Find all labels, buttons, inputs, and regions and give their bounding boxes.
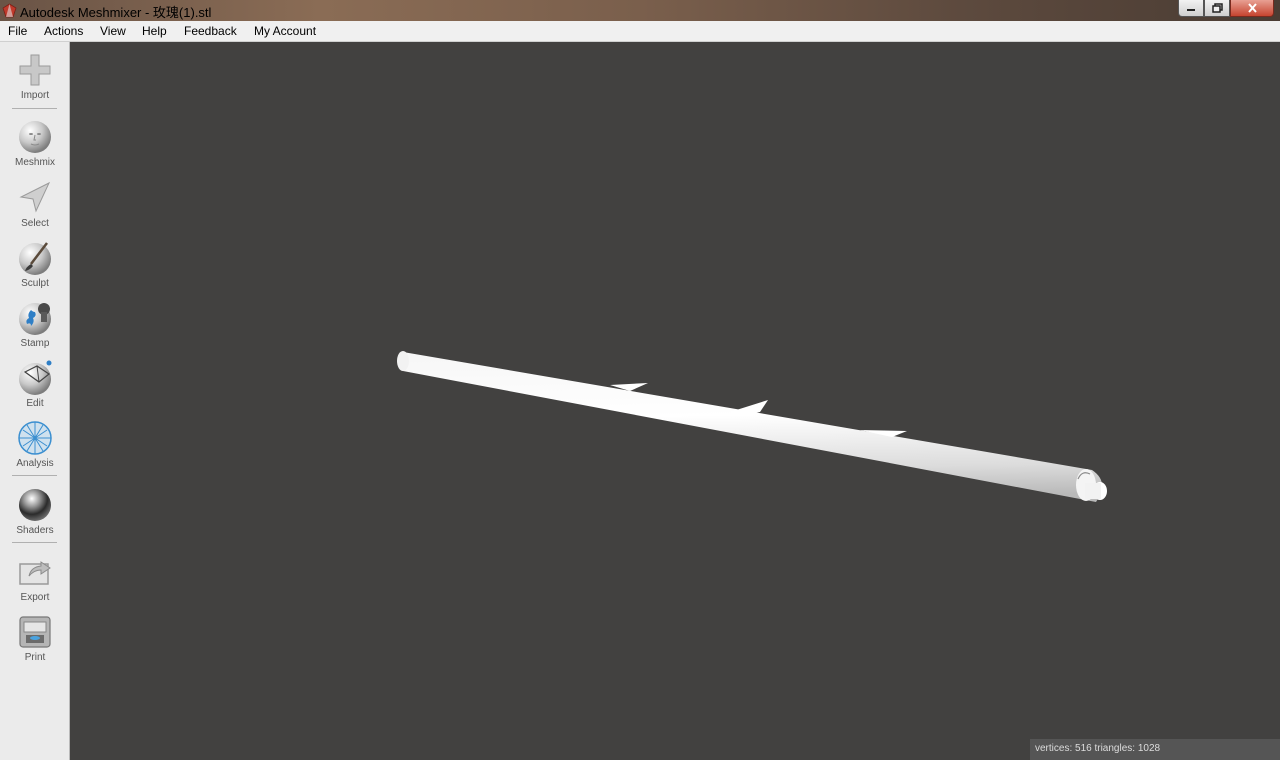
toolbar-separator [12, 542, 57, 543]
close-icon [1247, 3, 1257, 13]
tool-label-sculpt: Sculpt [21, 278, 49, 289]
tool-sculpt[interactable]: Sculpt [0, 240, 70, 289]
tool-label-print: Print [24, 652, 46, 663]
printer-icon [19, 616, 51, 648]
arrow-pointer-icon [19, 181, 51, 213]
tool-label-export: Export [20, 592, 50, 603]
tool-stamp[interactable]: Stamp [0, 300, 70, 349]
toolbar-separator [12, 108, 57, 109]
tool-label-analysis: Analysis [16, 458, 54, 469]
menu-view[interactable]: View [100, 24, 126, 38]
menu-bar: File Actions View Help Feedback My Accou… [0, 21, 1280, 42]
menu-actions[interactable]: Actions [44, 24, 83, 38]
menu-help[interactable]: Help [142, 24, 167, 38]
restore-icon [1211, 3, 1223, 13]
mesh-stats-text: vertices: 516 triangles: 1028 [1035, 743, 1161, 754]
tool-label-edit: Edit [26, 398, 44, 409]
status-bar: vertices: 516 triangles: 1028 [1030, 739, 1280, 760]
tool-meshmix[interactable]: Meshmix [0, 119, 70, 168]
tool-analysis[interactable]: Analysis [0, 420, 70, 469]
face-sphere-icon [19, 121, 51, 153]
minimize-icon [1187, 9, 1195, 11]
tool-label-import: Import [20, 90, 50, 101]
window-controls [1178, 0, 1274, 18]
menu-my-account[interactable]: My Account [254, 24, 316, 38]
tool-label-shaders: Shaders [16, 525, 54, 536]
tool-select[interactable]: Select [0, 180, 70, 229]
title-bar: Autodesk Meshmixer - 玫瑰(1).stl [0, 0, 1280, 21]
tool-export[interactable]: Export [0, 554, 70, 603]
window-title: Autodesk Meshmixer - 玫瑰(1).stl [20, 5, 212, 20]
mesh-model[interactable] [70, 42, 1280, 760]
menu-feedback[interactable]: Feedback [184, 24, 237, 38]
rod-left-cap [397, 351, 409, 371]
edit-sphere-icon [19, 360, 52, 395]
tool-label-stamp: Stamp [20, 338, 50, 349]
restore-button[interactable] [1204, 0, 1230, 17]
plus-icon [19, 54, 51, 86]
left-toolbar: Import Meshmix Select Sculpt Stamp Edit … [0, 42, 70, 760]
analysis-sphere-icon [18, 421, 52, 455]
rod-body [397, 352, 1103, 502]
menu-file[interactable]: File [8, 24, 27, 38]
export-icon [19, 561, 51, 585]
tool-shaders[interactable]: Shaders [0, 487, 70, 536]
close-button[interactable] [1230, 0, 1274, 17]
tool-print[interactable]: Print [0, 614, 70, 663]
toolbar-separator [12, 475, 57, 476]
tool-label-meshmix: Meshmix [14, 157, 55, 168]
tool-import[interactable]: Import [0, 52, 70, 101]
brush-sphere-icon [19, 242, 51, 275]
meshmixer-logo-icon [2, 3, 17, 18]
tool-edit[interactable]: Edit [0, 360, 70, 409]
stamp-sphere-icon [19, 303, 51, 335]
minimize-button[interactable] [1178, 0, 1204, 17]
tool-label-select: Select [21, 218, 49, 229]
3d-viewport[interactable]: vertices: 516 triangles: 1028 [70, 42, 1280, 760]
chrome-sphere-icon [19, 489, 51, 521]
